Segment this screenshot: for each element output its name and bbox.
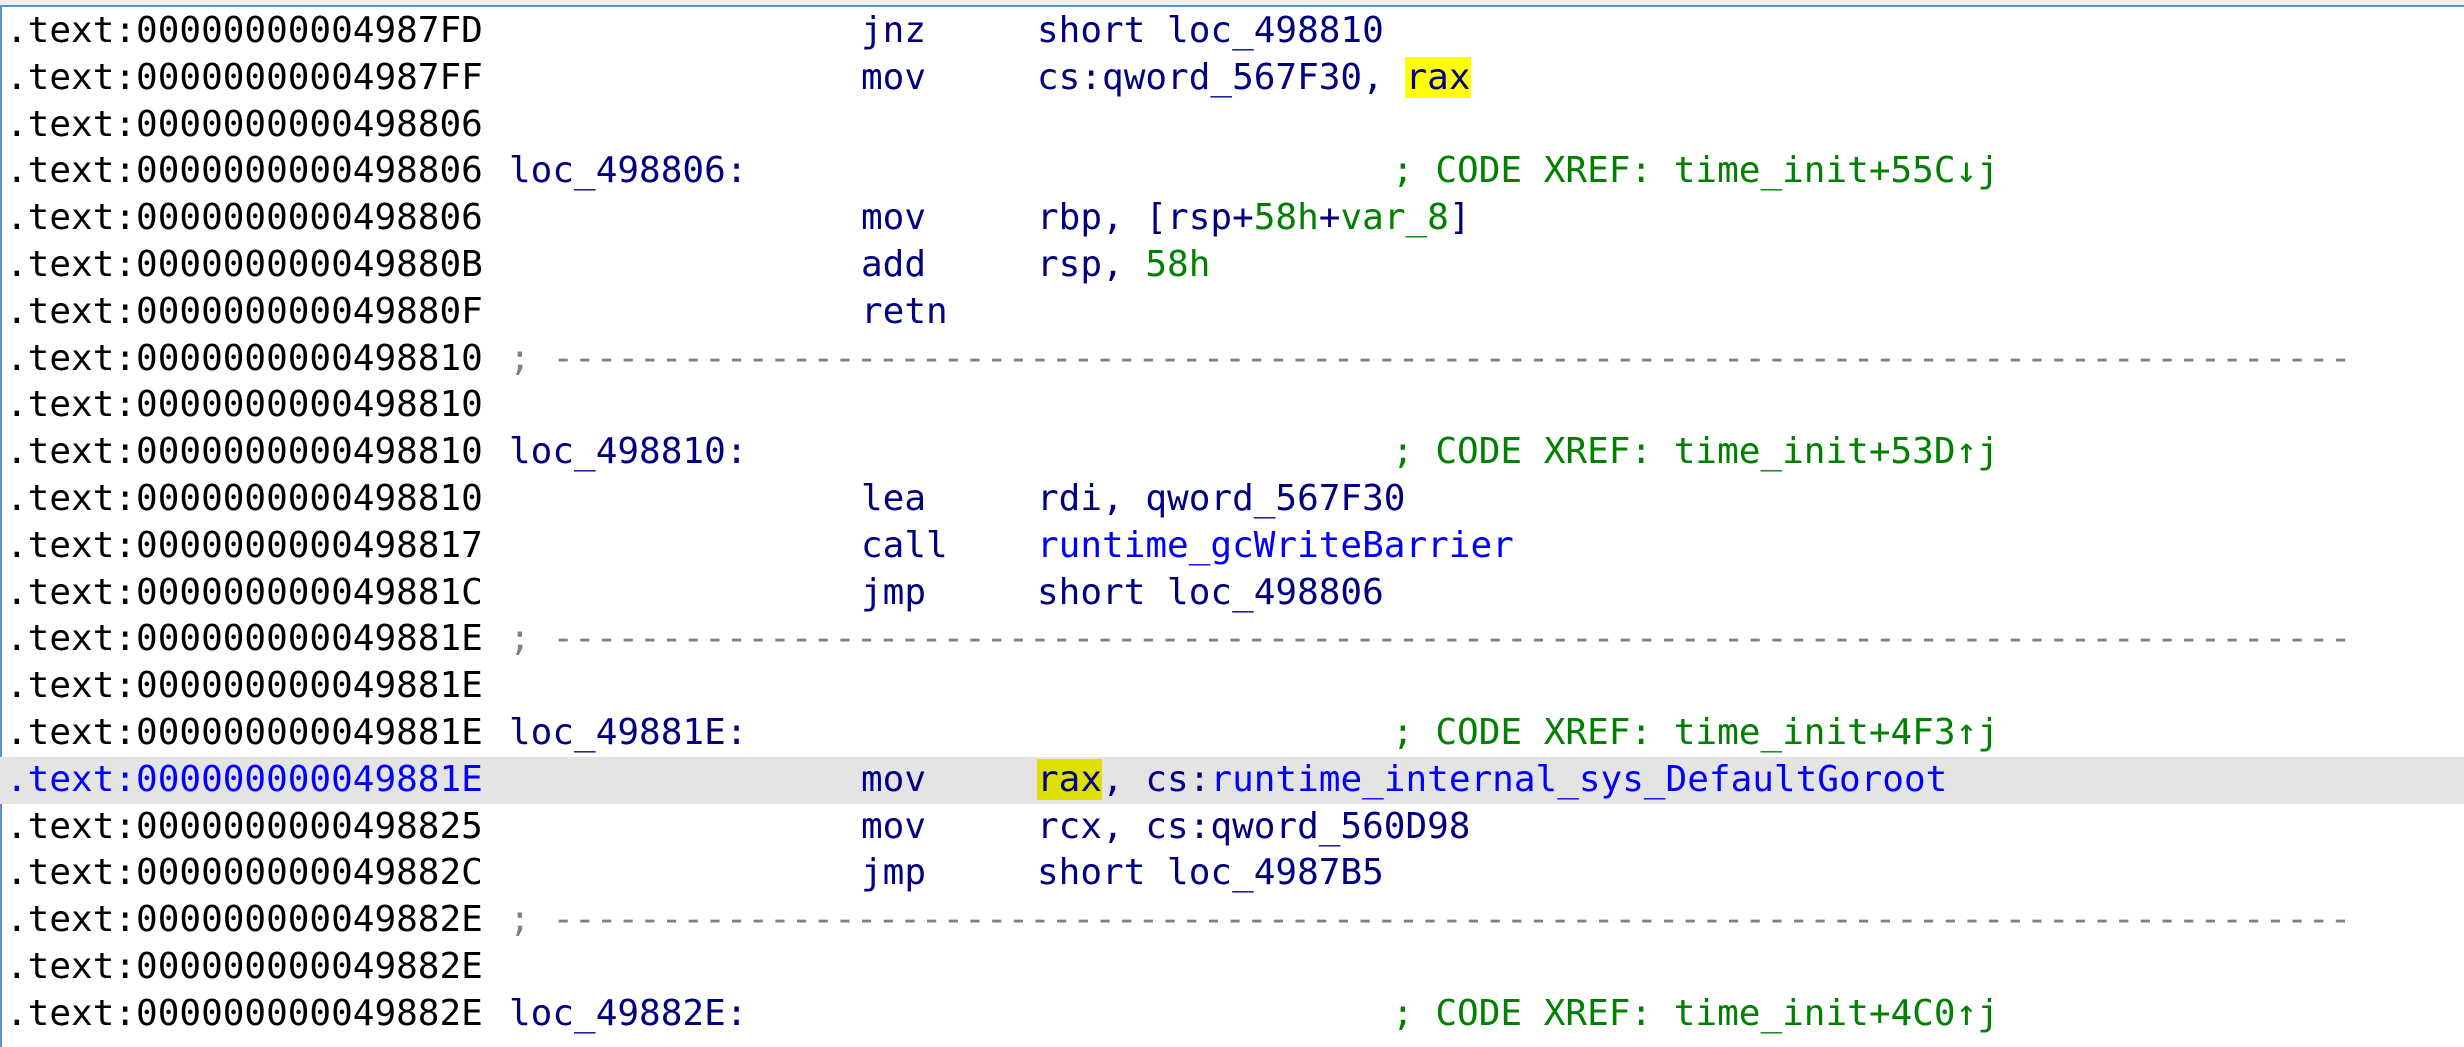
operands[interactable]: rsp, 58h xyxy=(1037,242,1210,289)
disasm-line[interactable]: .text:0000000000498806 loc_498806: ; CODE … xyxy=(0,148,2464,195)
mnemonic[interactable]: mov xyxy=(861,804,926,851)
disasm-line[interactable]: .text:000000000049881E ; ----------------… xyxy=(0,616,2464,663)
operands[interactable]: rdi, qword_567F30 xyxy=(1037,476,1405,523)
operand-token[interactable]: short loc_498810 xyxy=(1037,10,1384,51)
operand-token[interactable]: rdi, qword_567F30 xyxy=(1037,478,1405,519)
disasm-line[interactable]: .text:000000000049881C jmp short loc_49880… xyxy=(0,570,2464,617)
disasm-line[interactable]: .text:0000000000498810 lea rdi, qword_567F… xyxy=(0,476,2464,523)
address[interactable]: .text:00000000004987FD xyxy=(6,8,483,55)
address[interactable]: .text:000000000049882E xyxy=(6,991,483,1038)
mnemonic[interactable]: mov xyxy=(861,55,926,102)
address[interactable]: .text:0000000000498810 xyxy=(6,336,483,383)
tab-strip xyxy=(0,0,2464,7)
address[interactable]: .text:000000000049882E xyxy=(6,897,483,944)
disasm-line[interactable]: .text:0000000000498825 mov rcx, cs:qword_5… xyxy=(0,804,2464,851)
disasm-line[interactable]: .text:0000000000498810 xyxy=(0,382,2464,429)
operand-token[interactable]: ] xyxy=(1449,197,1471,238)
operand-token[interactable]: rsp, xyxy=(1037,244,1145,285)
operand-token[interactable]: rbp, [rsp+ xyxy=(1037,197,1254,238)
separator-line: ; --------------------------------------… xyxy=(509,618,2352,660)
xref-comment[interactable]: ; CODE XREF: time_init+4F3↑j xyxy=(1392,710,1999,757)
operand-token[interactable]: short loc_4987B5 xyxy=(1037,852,1384,893)
disasm-line[interactable]: .text:000000000049880B add rsp, 58h xyxy=(0,242,2464,289)
disasm-line[interactable]: .text:00000000004987FF mov cs:qword_567F30… xyxy=(0,55,2464,102)
operand-token[interactable]: 58h xyxy=(1145,244,1210,285)
mnemonic[interactable]: retn xyxy=(861,289,948,336)
operands[interactable]: rbp, [rsp+58h+var_8] xyxy=(1037,195,1471,242)
address[interactable]: .text:0000000000498806 xyxy=(6,102,483,149)
code-label[interactable]: loc_49882E: xyxy=(509,991,747,1038)
mnemonic[interactable]: jnz xyxy=(861,8,926,55)
separator-line: ; --------------------------------------… xyxy=(509,899,2352,941)
current-line[interactable]: .text:000000000049881E mov rax, cs:runtime… xyxy=(0,756,2464,804)
operands[interactable]: rcx, cs:qword_560D98 xyxy=(1037,804,1470,851)
operand-token[interactable]: , cs: xyxy=(1102,759,1210,800)
operand-token[interactable]: cs:qword_567F30, xyxy=(1037,57,1405,98)
address[interactable]: .text:000000000049880F xyxy=(6,289,483,336)
xref-comment[interactable]: ; CODE XREF: time_init+4C0↑j xyxy=(1392,991,1999,1038)
operand-token[interactable]: + xyxy=(1319,197,1341,238)
address[interactable]: .text:0000000000498825 xyxy=(6,804,483,851)
address[interactable]: .text:000000000049882E xyxy=(6,944,483,991)
address[interactable]: .text:000000000049881C xyxy=(6,570,483,617)
operand-token[interactable]: rax xyxy=(1405,56,1471,98)
operands[interactable]: rax, cs:runtime_internal_sys_DefaultGoro… xyxy=(1037,757,1947,804)
operands[interactable]: short loc_498806 xyxy=(1037,570,1384,617)
operand-token[interactable]: runtime_gcWriteBarrier xyxy=(1037,525,1514,566)
disassembly-view[interactable]: .text:00000000004987FD jnz short loc_49881… xyxy=(0,8,2464,1038)
disasm-line[interactable]: .text:000000000049881E loc_49881E: ; CODE … xyxy=(0,710,2464,757)
address[interactable]: .text:0000000000498810 xyxy=(6,382,483,429)
code-label[interactable]: loc_49881E: xyxy=(509,710,747,757)
disasm-line[interactable]: .text:0000000000498806 mov rbp, [rsp+58h+v… xyxy=(0,195,2464,242)
operands[interactable]: runtime_gcWriteBarrier xyxy=(1037,523,1514,570)
operands[interactable]: short loc_498810 xyxy=(1037,8,1384,55)
disasm-line[interactable]: .text:000000000049882E ; ----------------… xyxy=(0,897,2464,944)
address[interactable]: .text:000000000049881E xyxy=(6,757,483,804)
xref-comment[interactable]: ; CODE XREF: time_init+55C↓j xyxy=(1392,148,1999,195)
mnemonic[interactable]: lea xyxy=(861,476,926,523)
disasm-line[interactable]: .text:0000000000498806 xyxy=(0,102,2464,149)
operand-token[interactable]: 58h xyxy=(1254,197,1319,238)
address[interactable]: .text:0000000000498810 xyxy=(6,429,483,476)
disasm-line[interactable]: .text:000000000049880F retn xyxy=(0,289,2464,336)
code-label[interactable]: loc_498810: xyxy=(509,429,747,476)
disasm-line[interactable]: .text:000000000049882C jmp short loc_4987B… xyxy=(0,850,2464,897)
disasm-line[interactable]: .text:000000000049881E xyxy=(0,663,2464,710)
disasm-line[interactable]: .text:000000000049882E loc_49882E: ; CODE … xyxy=(0,991,2464,1038)
separator-line: ; --------------------------------------… xyxy=(509,337,2352,379)
operand-token[interactable]: var_8 xyxy=(1340,197,1448,238)
mnemonic[interactable]: add xyxy=(861,242,926,289)
mnemonic[interactable]: jmp xyxy=(861,570,926,617)
disasm-line[interactable]: .text:000000000049882E xyxy=(0,944,2464,991)
address[interactable]: .text:000000000049880B xyxy=(6,242,483,289)
address[interactable]: .text:0000000000498810 xyxy=(6,476,483,523)
disasm-line[interactable]: .text:0000000000498817 call runtime_gcWrit… xyxy=(0,523,2464,570)
code-label[interactable]: loc_498806: xyxy=(509,148,747,195)
address[interactable]: .text:000000000049882C xyxy=(6,850,483,897)
address[interactable]: .text:0000000000498817 xyxy=(6,523,483,570)
disasm-line[interactable]: .text:0000000000498810 ; ----------------… xyxy=(0,336,2464,383)
mnemonic[interactable]: jmp xyxy=(861,850,926,897)
xref-comment[interactable]: ; CODE XREF: time_init+53D↑j xyxy=(1392,429,1999,476)
mnemonic[interactable]: call xyxy=(861,523,948,570)
address[interactable]: .text:000000000049881E xyxy=(6,616,483,663)
address[interactable]: .text:000000000049881E xyxy=(6,710,483,757)
operands[interactable]: short loc_4987B5 xyxy=(1037,850,1384,897)
operand-token[interactable]: short loc_498806 xyxy=(1037,572,1384,613)
address[interactable]: .text:0000000000498806 xyxy=(6,148,483,195)
address[interactable]: .text:00000000004987FF xyxy=(6,55,483,102)
disasm-line[interactable]: .text:00000000004987FD jnz short loc_49881… xyxy=(0,8,2464,55)
mnemonic[interactable]: mov xyxy=(861,757,926,804)
mnemonic[interactable]: mov xyxy=(861,195,926,242)
address[interactable]: .text:0000000000498806 xyxy=(6,195,483,242)
address[interactable]: .text:000000000049881E xyxy=(6,663,483,710)
operand-token[interactable]: rcx, cs:qword_560D98 xyxy=(1037,806,1470,847)
operands[interactable]: cs:qword_567F30, rax xyxy=(1037,55,1471,102)
operand-token[interactable]: runtime_internal_sys_DefaultGoroot xyxy=(1210,759,1947,800)
disasm-line[interactable]: .text:0000000000498810 loc_498810: ; CODE … xyxy=(0,429,2464,476)
operand-token[interactable]: rax xyxy=(1037,758,1103,800)
